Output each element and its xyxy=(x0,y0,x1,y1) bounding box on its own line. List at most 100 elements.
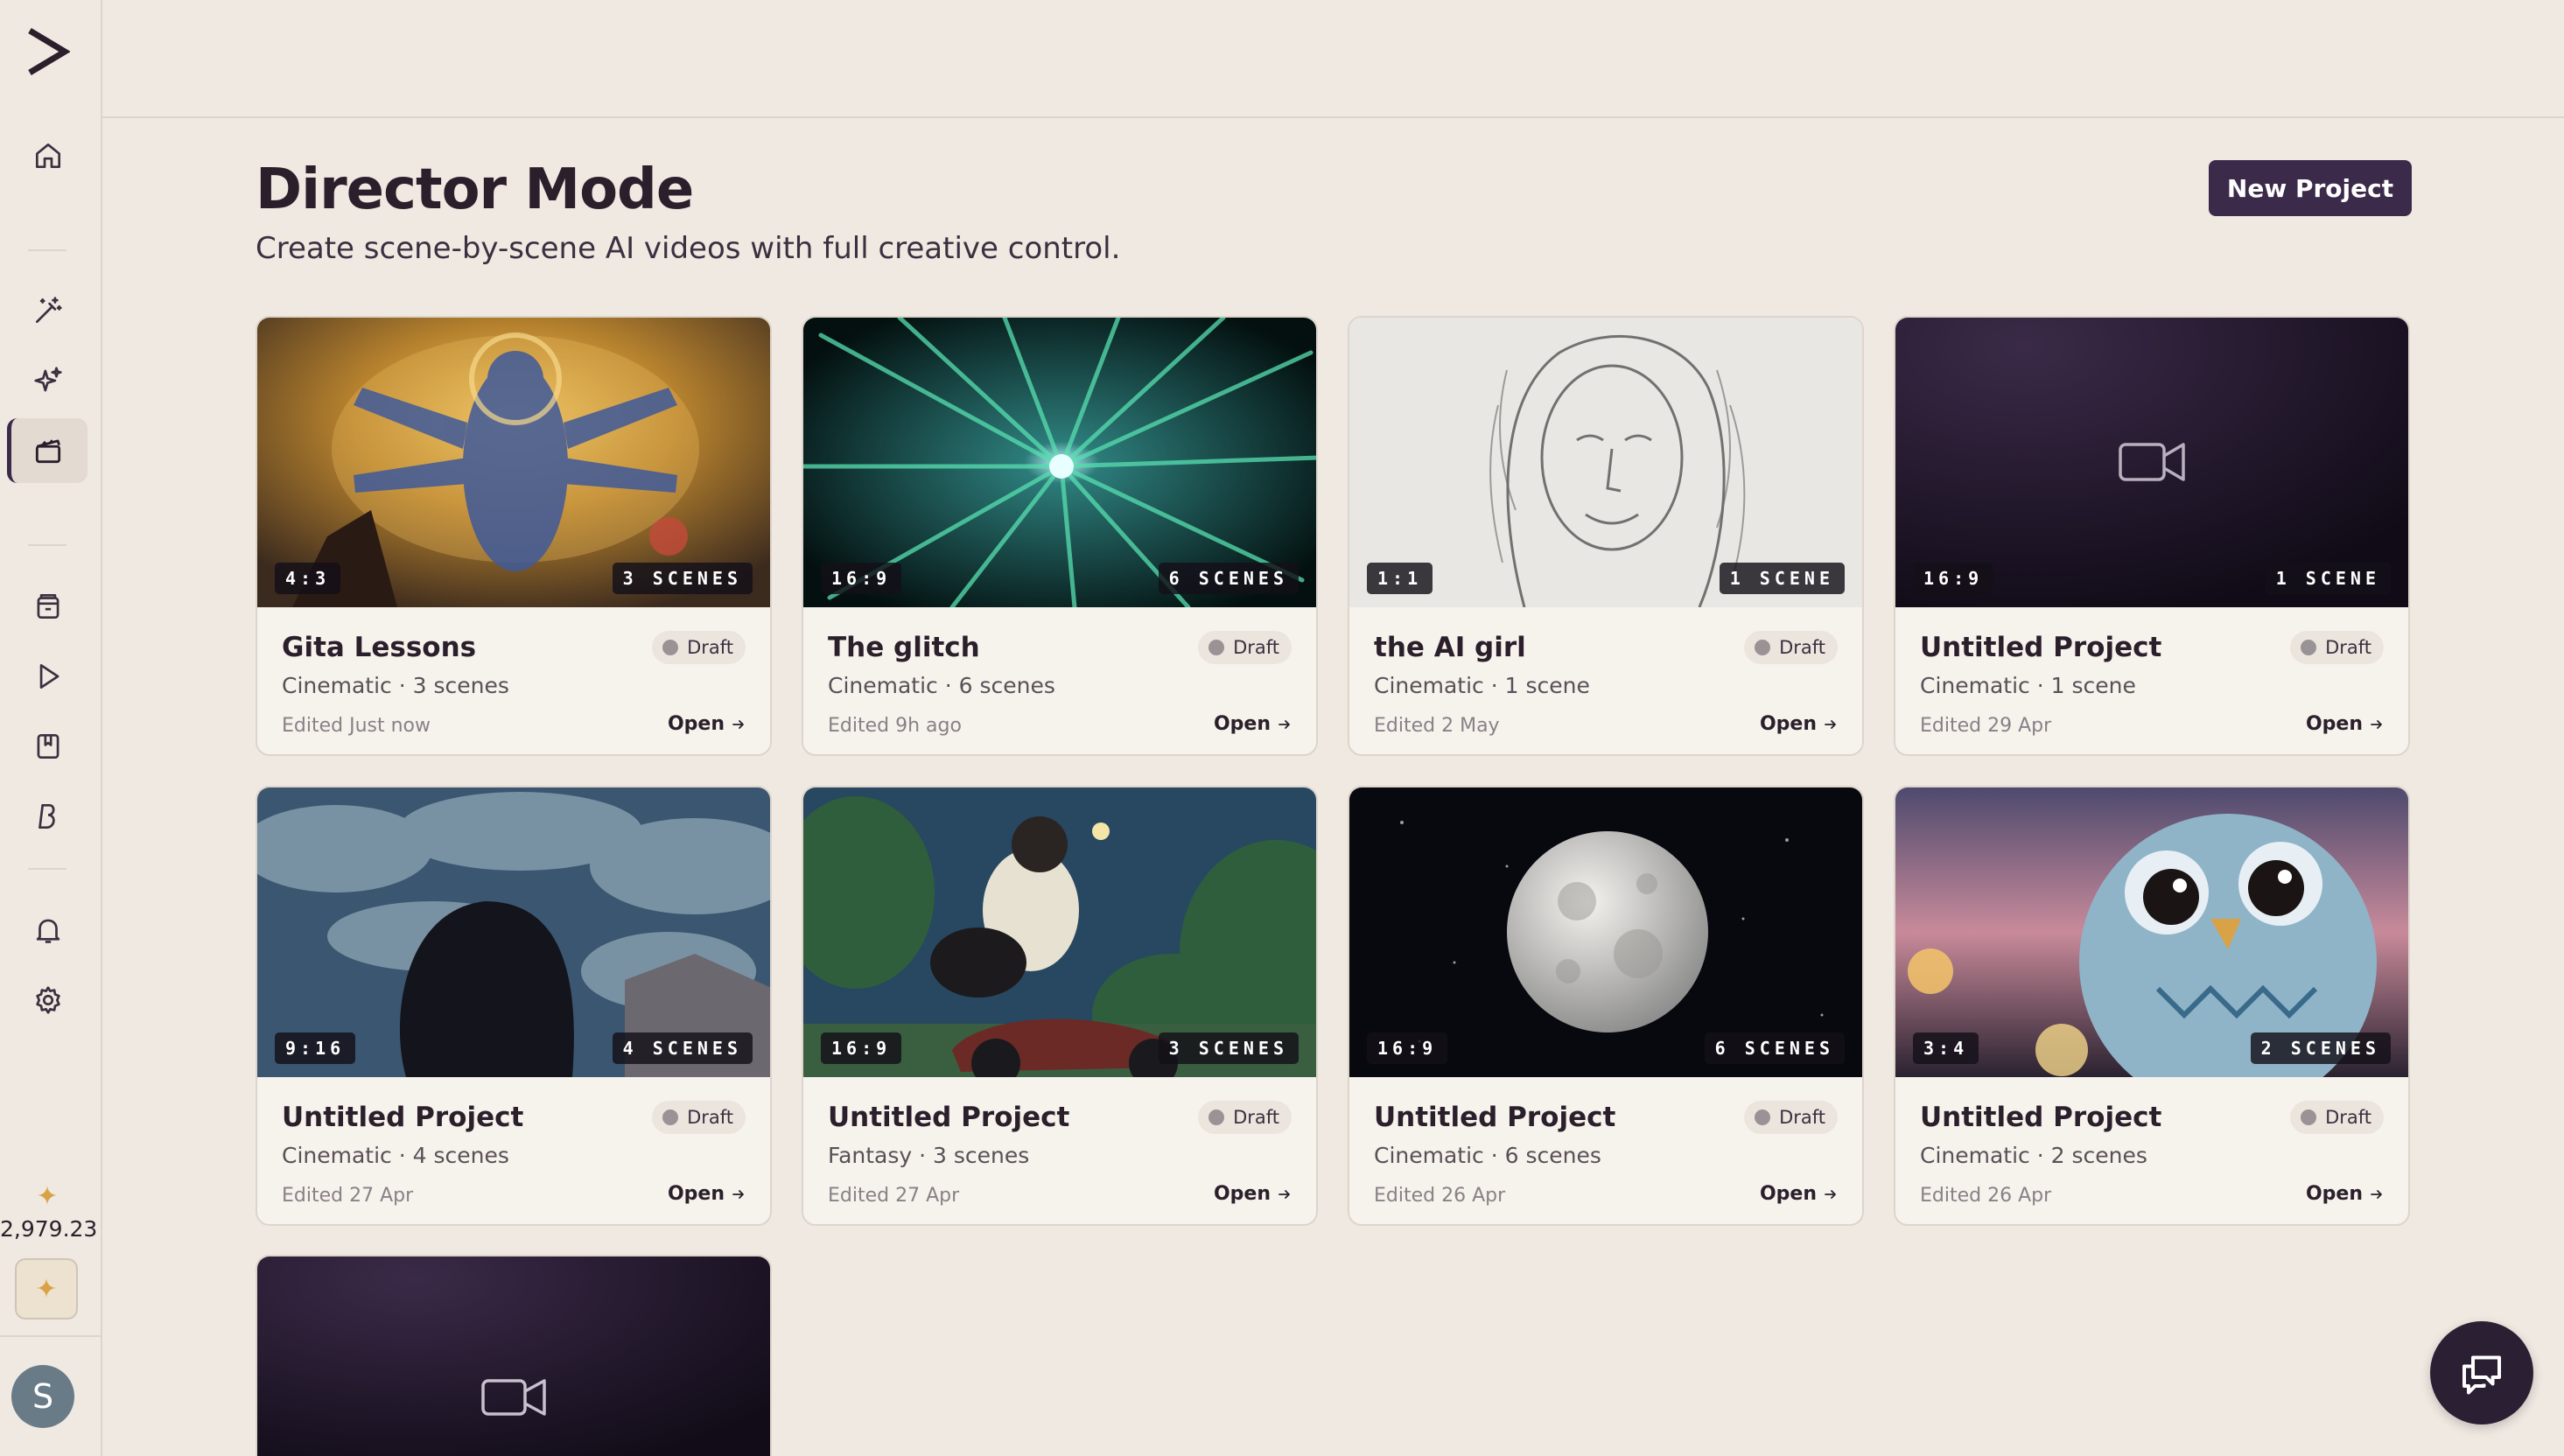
archive-icon[interactable] xyxy=(28,586,68,626)
clapperboard-icon[interactable] xyxy=(28,430,68,471)
gear-icon[interactable] xyxy=(28,980,68,1020)
project-title: Gita Lessons xyxy=(282,632,477,663)
project-card[interactable]: 4:3 3 SCENES Gita Lessons Draft Cinemati… xyxy=(256,316,772,756)
project-thumbnail xyxy=(257,1256,770,1456)
status-badge: Draft xyxy=(652,1101,746,1134)
status-label: Draft xyxy=(687,637,733,658)
magic-wand-icon[interactable] xyxy=(28,290,68,331)
open-project-link[interactable]: Open xyxy=(1214,713,1292,735)
logo-chevron-icon[interactable] xyxy=(21,24,74,79)
status-label: Draft xyxy=(1233,637,1279,658)
play-icon[interactable] xyxy=(28,656,68,696)
page-title: Director Mode xyxy=(256,158,694,222)
arrow-right-icon xyxy=(1278,719,1290,729)
project-card-partial[interactable] xyxy=(256,1255,772,1456)
credits-balance: 2,979.23 xyxy=(0,1216,98,1242)
page-subtitle: Create scene-by-scene AI videos with ful… xyxy=(256,231,1121,266)
project-meta: Cinematic · 1 scene xyxy=(1920,673,2136,698)
arrow-right-icon xyxy=(732,1189,744,1199)
credits-star-icon: ✦ xyxy=(36,1181,59,1212)
status-dot-icon xyxy=(1755,1110,1771,1125)
chat-bubbles-icon xyxy=(2462,1355,2501,1395)
project-card[interactable]: 1:1 1 SCENE the AI girl Draft Cinematic … xyxy=(1348,316,1864,756)
project-meta: Cinematic · 1 scene xyxy=(1374,673,1590,698)
project-card[interactable]: 16:9 6 SCENES The glitch Draft Cinematic… xyxy=(802,316,1318,756)
open-project-link[interactable]: Open xyxy=(2306,713,2384,735)
project-card[interactable]: 3:4 2 SCENES Untitled Project Draft Cine… xyxy=(1894,786,2410,1226)
aspect-ratio-badge: 3:4 xyxy=(1913,1032,1979,1064)
scene-count-badge: 1 SCENE xyxy=(2265,563,2391,594)
sidebar: ✦ 2,979.23 ✦ S xyxy=(0,0,102,1456)
project-edited: Edited 27 Apr xyxy=(828,1185,960,1207)
bookmark-box-icon[interactable] xyxy=(28,726,68,766)
project-title: Untitled Project xyxy=(282,1102,524,1133)
open-project-link[interactable]: Open xyxy=(1214,1183,1292,1205)
sidebar-divider xyxy=(28,249,67,251)
project-card[interactable]: 9:16 4 SCENES Untitled Project Draft Cin… xyxy=(256,786,772,1226)
project-meta: Cinematic · 6 scenes xyxy=(828,673,1055,698)
chat-support-button[interactable] xyxy=(2430,1321,2533,1424)
scene-count-badge: 3 SCENES xyxy=(1158,1032,1299,1064)
project-edited: Edited Just now xyxy=(282,715,431,737)
open-label: Open xyxy=(1213,1183,1271,1205)
bell-icon[interactable] xyxy=(28,910,68,950)
arrow-right-icon xyxy=(1825,1189,1836,1199)
status-dot-icon xyxy=(2301,640,2317,655)
status-badge: Draft xyxy=(1198,1101,1292,1134)
home-icon[interactable] xyxy=(28,136,68,176)
open-project-link[interactable]: Open xyxy=(1760,1183,1838,1205)
project-title: Untitled Project xyxy=(1374,1102,1616,1133)
aspect-ratio-badge: 1:1 xyxy=(1367,563,1433,594)
open-project-link[interactable]: Open xyxy=(2306,1183,2384,1205)
arrow-right-icon xyxy=(1278,1189,1290,1199)
status-label: Draft xyxy=(2325,637,2371,658)
open-project-link[interactable]: Open xyxy=(668,1183,746,1205)
project-title: The glitch xyxy=(828,632,980,663)
avatar[interactable]: S xyxy=(11,1365,74,1428)
aspect-ratio-badge: 16:9 xyxy=(1367,1032,1448,1064)
status-dot-icon xyxy=(2301,1110,2317,1125)
status-dot-icon xyxy=(662,1110,679,1125)
open-label: Open xyxy=(2305,1183,2363,1205)
project-title: Untitled Project xyxy=(828,1102,1070,1133)
project-card[interactable]: 16:9 6 SCENES Untitled Project Draft Cin… xyxy=(1348,786,1864,1226)
project-edited: Edited 26 Apr xyxy=(1920,1185,2052,1207)
project-title: Untitled Project xyxy=(1920,1102,2162,1133)
status-label: Draft xyxy=(1233,1107,1279,1128)
new-project-button[interactable]: New Project xyxy=(2209,160,2412,216)
open-label: Open xyxy=(1759,713,1817,735)
open-label: Open xyxy=(667,1183,725,1205)
arrow-right-icon xyxy=(1825,719,1836,729)
status-dot-icon xyxy=(662,640,679,655)
scene-count-badge: 6 SCENES xyxy=(1704,1032,1845,1064)
status-dot-icon xyxy=(1755,640,1771,655)
status-dot-icon xyxy=(1208,1110,1225,1125)
open-project-link[interactable]: Open xyxy=(668,713,746,735)
star-icon: ✦ xyxy=(35,1273,58,1305)
buy-credits-button[interactable]: ✦ xyxy=(15,1258,78,1320)
project-meta: Fantasy · 3 scenes xyxy=(828,1143,1030,1168)
aspect-ratio-badge: 16:9 xyxy=(1913,563,1994,594)
status-dot-icon xyxy=(1208,640,1225,655)
status-badge: Draft xyxy=(1744,1101,1838,1134)
status-label: Draft xyxy=(2325,1107,2371,1128)
project-edited: Edited 9h ago xyxy=(828,715,962,737)
project-card[interactable]: 16:9 1 SCENE Untitled Project Draft Cine… xyxy=(1894,316,2410,756)
sparkles-icon[interactable] xyxy=(28,360,68,401)
aspect-ratio-badge: 16:9 xyxy=(821,563,902,594)
status-badge: Draft xyxy=(1198,631,1292,664)
project-title: Untitled Project xyxy=(1920,632,2162,663)
project-meta: Cinematic · 4 scenes xyxy=(282,1143,509,1168)
project-meta: Cinematic · 6 scenes xyxy=(1374,1143,1601,1168)
open-project-link[interactable]: Open xyxy=(1760,713,1838,735)
aspect-ratio-badge: 9:16 xyxy=(275,1032,356,1064)
project-title: the AI girl xyxy=(1374,632,1526,663)
project-edited: Edited 26 Apr xyxy=(1374,1185,1506,1207)
status-label: Draft xyxy=(1779,637,1825,658)
brand-b-icon[interactable] xyxy=(28,796,68,836)
scene-count-badge: 3 SCENES xyxy=(612,563,753,594)
project-meta: Cinematic · 2 scenes xyxy=(1920,1143,2147,1168)
project-edited: Edited 27 Apr xyxy=(282,1185,414,1207)
status-badge: Draft xyxy=(1744,631,1838,664)
project-card[interactable]: 16:9 3 SCENES Untitled Project Draft Fan… xyxy=(802,786,1318,1226)
